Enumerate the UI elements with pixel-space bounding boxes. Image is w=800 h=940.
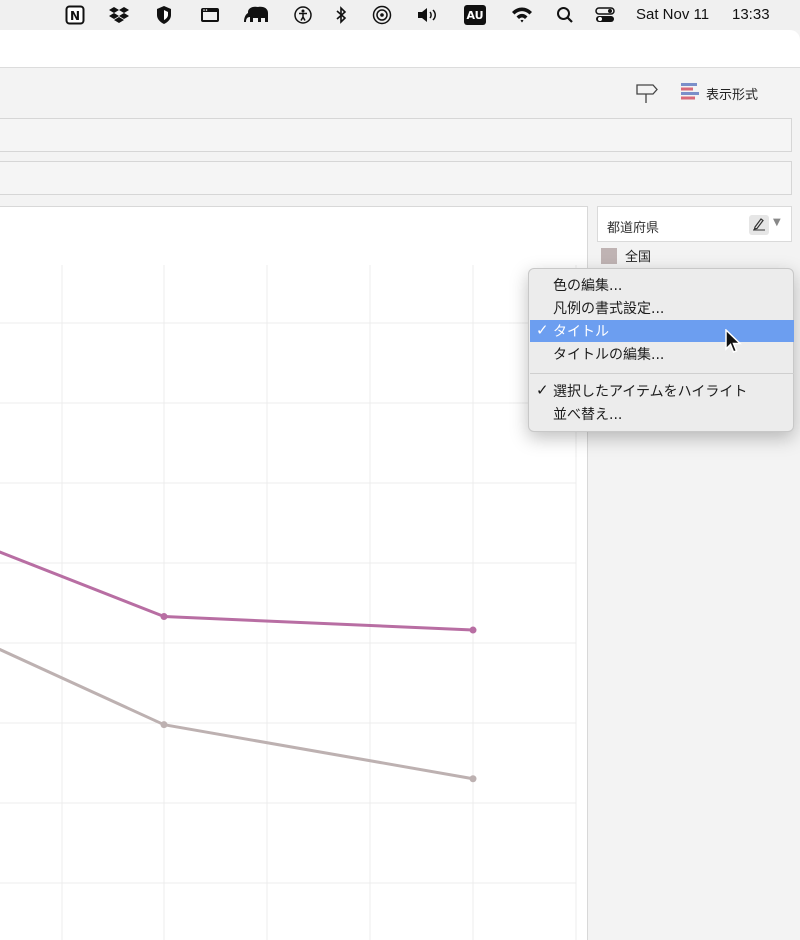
signpost-icon [634, 81, 660, 109]
menubar-date[interactable]: Sat Nov 11 [636, 6, 709, 23]
input-au-icon[interactable]: AU [464, 5, 486, 25]
menu-item-label: 並べ替え... [553, 407, 623, 423]
data-point-1-2[interactable] [469, 775, 477, 783]
airdrop-icon[interactable] [371, 5, 393, 25]
series-line-0[interactable] [0, 495, 474, 632]
checkmark-icon: ✓ [536, 321, 549, 339]
legend-title: 都道府県 [607, 221, 660, 236]
control-center-icon[interactable] [594, 5, 616, 25]
legend-menu-caret-icon[interactable]: ▼ [773, 217, 781, 228]
legend-item[interactable]: 全国 [601, 246, 651, 265]
data-point-0-1[interactable] [160, 613, 168, 621]
line-chart[interactable] [0, 207, 588, 940]
window-titlebar [0, 30, 800, 68]
show-me-button[interactable]: 表示形式 [680, 81, 758, 105]
menu-item-highlight-selected[interactable]: ✓ 選択したアイテムをハイライト [530, 380, 794, 402]
svg-text:N: N [70, 9, 80, 23]
columns-shelf[interactable] [0, 118, 792, 152]
pen-icon [752, 216, 766, 235]
elephant-icon[interactable] [243, 5, 273, 25]
data-point-0-2[interactable] [469, 626, 477, 634]
menu-item-label: 選択したアイテムをハイライト [553, 384, 748, 400]
volume-icon[interactable] [415, 5, 441, 25]
notion-icon[interactable]: N [64, 5, 86, 25]
menu-item-label: 色の編集... [553, 278, 623, 294]
series-line-1[interactable] [0, 583, 474, 781]
system-menu-bar: N AU Sat Nov 11 13:33 [0, 0, 800, 30]
legend-item-label: 全国 [625, 250, 652, 265]
shield-icon[interactable] [154, 5, 174, 25]
menu-item-edit-title[interactable]: タイトルの編集... [530, 343, 794, 365]
rows-shelf[interactable] [0, 161, 792, 195]
data-point-1-1[interactable] [160, 721, 168, 729]
wifi-icon[interactable] [510, 5, 534, 25]
menu-item-format-legend[interactable]: 凡例の書式設定... [530, 297, 794, 319]
menubar-time[interactable]: 13:33 [732, 6, 770, 23]
window-icon[interactable] [199, 5, 221, 25]
checkmark-icon: ✓ [536, 381, 549, 399]
menu-item-title[interactable]: ✓ タイトル [530, 320, 794, 342]
legend-header: 都道府県 ▼ [597, 206, 792, 242]
app-window: 表示形式 都道府県 ▼ 全国 [0, 30, 800, 940]
input-au-label: AU [464, 5, 486, 25]
menu-item-label: タイトルの編集... [553, 347, 665, 363]
legend-swatch [601, 247, 617, 264]
toolbar: 表示形式 [0, 69, 800, 119]
accessibility-icon[interactable] [292, 5, 314, 25]
menu-separator [530, 373, 794, 374]
legend-context-menu: 色の編集... 凡例の書式設定... ✓ タイトル タイトルの編集... ✓ 選… [528, 268, 794, 432]
mouse-cursor-icon [724, 328, 742, 359]
menu-item-label: 凡例の書式設定... [553, 301, 665, 317]
legend-highlight-button[interactable] [749, 215, 769, 235]
guide-button[interactable] [634, 81, 660, 109]
menu-item-edit-colors[interactable]: 色の編集... [530, 274, 794, 296]
bluetooth-icon[interactable] [333, 5, 349, 25]
show-me-label: 表示形式 [706, 87, 759, 103]
search-icon[interactable] [555, 5, 575, 25]
menu-item-label: タイトル [553, 324, 609, 340]
show-me-icon [680, 81, 700, 105]
dropbox-icon[interactable] [107, 5, 131, 25]
menu-item-sort[interactable]: 並べ替え... [530, 403, 794, 425]
chart-panel[interactable] [0, 206, 588, 940]
